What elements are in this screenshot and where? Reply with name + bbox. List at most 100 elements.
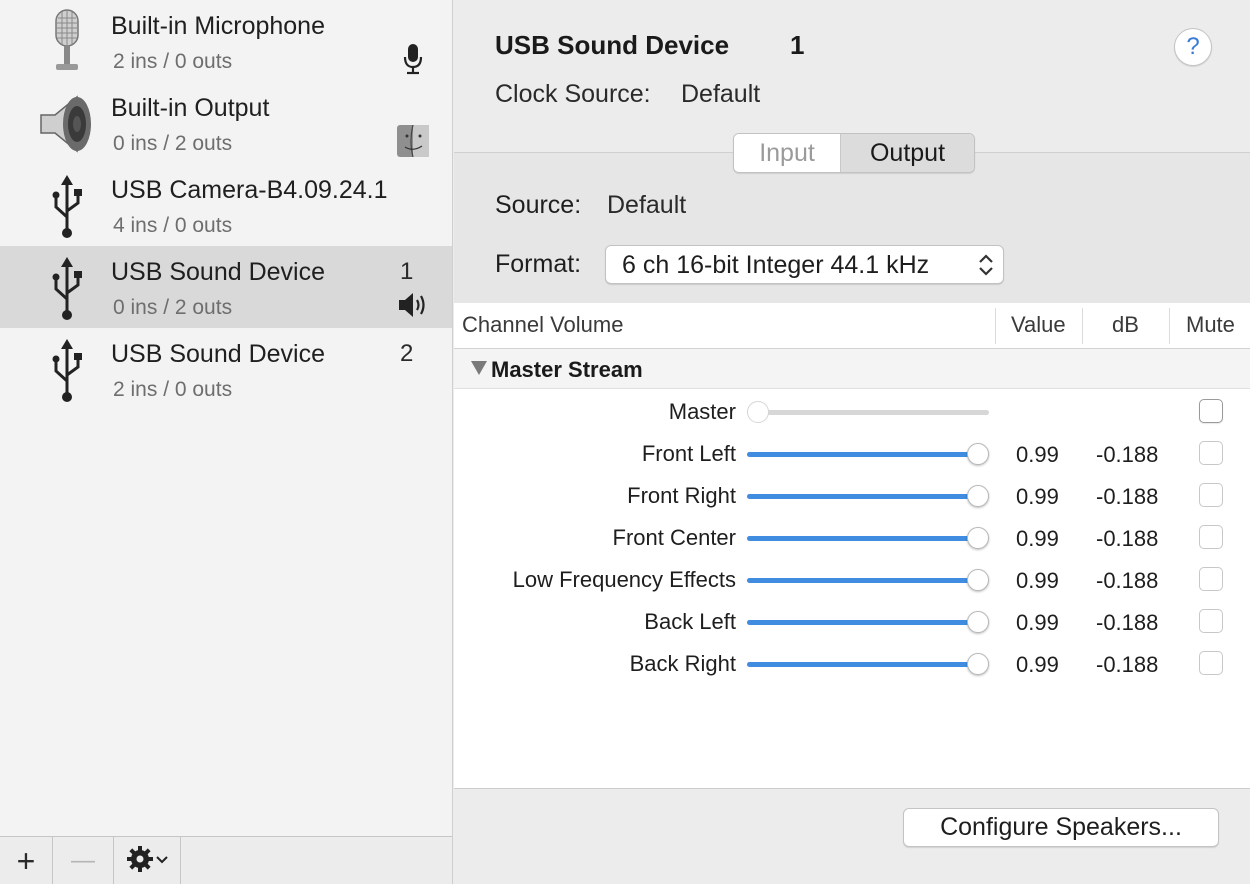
- channel-volume-slider: [747, 401, 989, 423]
- channel-db: -0.188: [1096, 526, 1159, 551]
- sidebar-toolbar: + —: [0, 836, 452, 884]
- device-item-usb-camera[interactable]: USB Camera-B4.09.24.1 4 ins / 0 outs: [0, 164, 452, 246]
- mute-checkbox[interactable]: [1199, 525, 1223, 549]
- channel-volume-slider[interactable]: [747, 569, 989, 591]
- channel-db: -0.188: [1096, 442, 1159, 467]
- channel-row: Back Right 0.99 -0.188: [454, 643, 1250, 685]
- column-divider: [1169, 308, 1170, 344]
- tab-output[interactable]: Output: [841, 134, 974, 172]
- usb-icon: [36, 336, 98, 404]
- mute-checkbox[interactable]: [1199, 567, 1223, 591]
- channel-volume-table: Channel Volume Value dB Mute Master Stre…: [454, 303, 1250, 788]
- format-select[interactable]: 6 ch 16-bit Integer 44.1 kHz: [605, 245, 1004, 284]
- slider-knob[interactable]: [967, 569, 989, 591]
- column-header-value[interactable]: Value: [1011, 312, 1066, 338]
- remove-device-button[interactable]: —: [53, 837, 114, 884]
- device-name: Built-in Output: [111, 94, 270, 122]
- finder-icon: [396, 124, 430, 158]
- slider-fill: [747, 452, 987, 457]
- device-io: 2 ins / 0 outs: [113, 378, 233, 401]
- tab-input[interactable]: Input: [734, 134, 841, 172]
- column-divider: [1082, 308, 1083, 344]
- device-item-usb-sound-device-2[interactable]: USB Sound Device 2 ins / 0 outs 2: [0, 328, 452, 410]
- channel-value: 0.99: [1016, 526, 1059, 551]
- device-io: 0 ins / 2 outs: [113, 132, 233, 155]
- channel-label: Master: [668, 399, 736, 424]
- clock-source-label: Clock Source:: [495, 80, 651, 108]
- channel-value: 0.99: [1016, 610, 1059, 635]
- channel-label: Low Frequency Effects: [512, 567, 736, 592]
- device-title-number: 1: [790, 30, 805, 60]
- mute-checkbox[interactable]: [1199, 609, 1223, 633]
- channel-volume-slider[interactable]: [747, 527, 989, 549]
- channel-db: -0.188: [1096, 652, 1159, 677]
- slider-track: [747, 410, 989, 415]
- slider-fill: [747, 578, 987, 583]
- device-detail-panel: USB Sound Device 1 Clock Source: Default…: [454, 0, 1250, 884]
- plus-icon: +: [16, 842, 36, 879]
- column-divider: [995, 308, 996, 344]
- volume-icon: [396, 288, 430, 322]
- device-name: USB Camera-B4.09.24.1: [111, 176, 388, 204]
- channel-volume-slider[interactable]: [747, 611, 989, 633]
- channel-label: Front Left: [641, 441, 736, 466]
- channel-volume-slider[interactable]: [747, 653, 989, 675]
- add-device-button[interactable]: +: [0, 837, 53, 884]
- device-number: 2: [400, 340, 414, 367]
- group-row-master-stream[interactable]: Master Stream: [454, 349, 1250, 389]
- configure-speakers-button[interactable]: Configure Speakers...: [903, 808, 1219, 847]
- slider-fill: [747, 494, 987, 499]
- help-icon: ?: [1186, 33, 1200, 60]
- slider-knob[interactable]: [967, 653, 989, 675]
- device-sidebar: Built-in Microphone 2 ins / 0 outs Built…: [0, 0, 453, 884]
- device-list: Built-in Microphone 2 ins / 0 outs Built…: [0, 0, 452, 836]
- slider-knob[interactable]: [967, 527, 989, 549]
- mute-checkbox[interactable]: [1199, 651, 1223, 675]
- footer-bar: Configure Speakers...: [454, 789, 1250, 884]
- channel-value: 0.99: [1016, 484, 1059, 509]
- mic-icon: [396, 42, 430, 76]
- channel-volume-slider[interactable]: [747, 443, 989, 465]
- device-item-built-in-output[interactable]: Built-in Output 0 ins / 2 outs: [0, 82, 452, 164]
- mute-checkbox[interactable]: [1199, 399, 1223, 423]
- input-output-tabs: Input Output: [733, 133, 975, 173]
- disclosure-triangle-icon[interactable]: [471, 361, 487, 375]
- usb-icon: [36, 172, 98, 240]
- channel-value: 0.99: [1016, 568, 1059, 593]
- source-label: Source:: [495, 191, 582, 219]
- mute-checkbox[interactable]: [1199, 441, 1223, 465]
- channel-volume-slider[interactable]: [747, 485, 989, 507]
- channel-label: Back Right: [629, 651, 736, 676]
- slider-fill: [747, 662, 987, 667]
- channel-db: -0.188: [1096, 610, 1159, 635]
- device-name: USB Sound Device: [111, 340, 326, 368]
- device-number: 1: [400, 258, 414, 285]
- channel-value: 0.99: [1016, 442, 1059, 467]
- device-name: USB Sound Device: [111, 258, 326, 286]
- channel-row: Master: [454, 391, 1250, 433]
- channel-row: Back Left 0.99 -0.188: [454, 601, 1250, 643]
- channel-label: Front Center: [612, 525, 737, 550]
- device-item-built-in-microphone[interactable]: Built-in Microphone 2 ins / 0 outs: [0, 0, 452, 82]
- channel-row: Front Left 0.99 -0.188: [454, 433, 1250, 475]
- slider-knob[interactable]: [967, 611, 989, 633]
- slider-fill: [747, 536, 987, 541]
- slider-knob[interactable]: [967, 443, 989, 465]
- table-header: Channel Volume Value dB Mute: [454, 303, 1250, 349]
- minus-icon: —: [71, 847, 95, 874]
- mute-checkbox[interactable]: [1199, 483, 1223, 507]
- channel-label: Back Left: [644, 609, 736, 634]
- help-button[interactable]: ?: [1174, 28, 1212, 66]
- format-label: Format:: [495, 250, 582, 278]
- group-label: Master Stream: [491, 357, 643, 382]
- action-menu-button[interactable]: [114, 837, 181, 884]
- column-header-mute[interactable]: Mute: [1186, 312, 1235, 338]
- column-header-db[interactable]: dB: [1112, 312, 1139, 338]
- slider-fill: [747, 620, 987, 625]
- device-item-usb-sound-device-1[interactable]: USB Sound Device 0 ins / 2 outs 1: [0, 246, 452, 328]
- slider-knob[interactable]: [967, 485, 989, 507]
- device-title: USB Sound Device: [495, 30, 730, 60]
- column-header-channel-volume[interactable]: Channel Volume: [462, 312, 623, 338]
- slider-knob: [747, 401, 769, 423]
- speaker-icon: [36, 90, 98, 158]
